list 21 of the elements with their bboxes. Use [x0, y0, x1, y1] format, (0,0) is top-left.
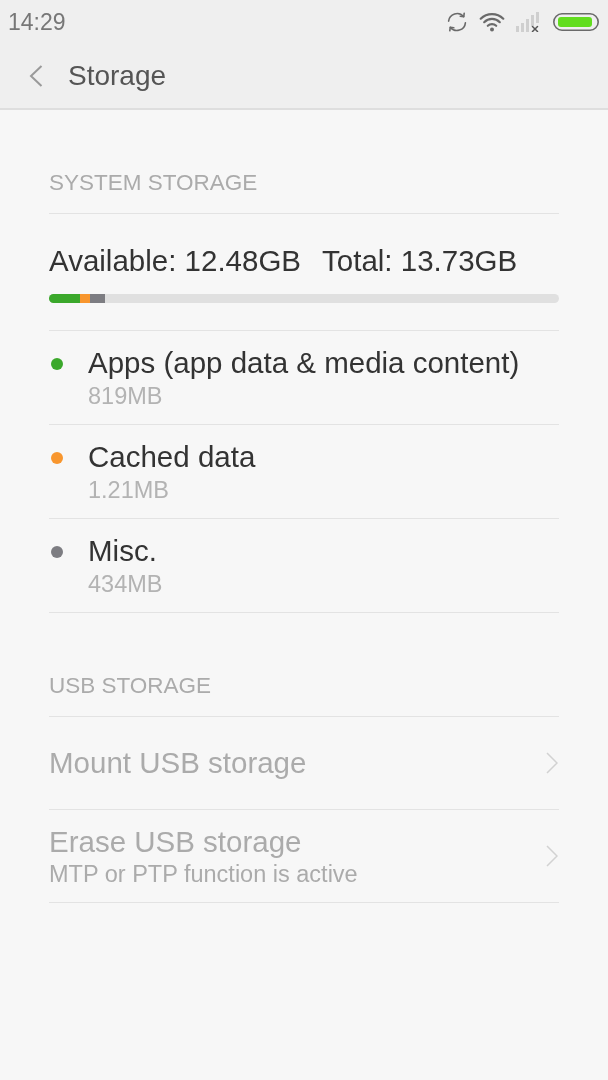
category-name: Apps (app data & media content) — [88, 347, 520, 379]
category-size: 1.21MB — [88, 477, 169, 503]
total-space: Total: 13.73GB — [322, 246, 518, 276]
wifi-icon — [479, 12, 505, 32]
category-name: Cached data — [88, 441, 256, 473]
category-name: Misc. — [88, 535, 157, 567]
category-size: 819MB — [88, 383, 163, 409]
setting-summary: MTP or PTP function is active — [49, 860, 358, 887]
sync-icon — [446, 11, 468, 33]
chevron-right-icon — [546, 752, 558, 774]
back-chevron-icon — [29, 65, 43, 87]
battery-icon — [553, 13, 599, 31]
screen-title: Storage — [68, 59, 167, 93]
category-size: 434MB — [88, 571, 163, 597]
section-heading: SYSTEM STORAGE — [49, 169, 258, 197]
chevron-right-icon — [546, 845, 558, 867]
back-button[interactable] — [29, 65, 43, 87]
section-heading: USB STORAGE — [49, 672, 212, 700]
status-time: 14:29 — [8, 9, 66, 35]
available-space: Available: 12.48GB — [49, 246, 302, 276]
signal-icon — [516, 12, 542, 32]
